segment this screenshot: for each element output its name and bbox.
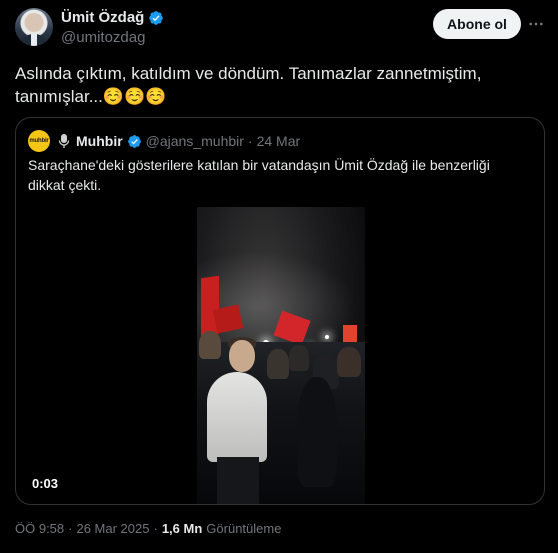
man-legs: [217, 457, 259, 504]
man-white-jacket: [207, 372, 267, 462]
quoted-tweet-header: muhbir Muhbir @ajans_muhbir · 24 Mar: [28, 130, 300, 152]
quoted-date[interactable]: 24 Mar: [257, 133, 301, 149]
crowd-person: [297, 377, 337, 487]
author-display-name[interactable]: Ümit Özdağ: [61, 9, 144, 26]
follow-button[interactable]: Abone ol: [433, 9, 521, 39]
video-timer: 0:03: [32, 476, 59, 491]
microphone-icon: [58, 134, 70, 148]
quoted-tweet-text: Saraçhane'deki gösterilere katılan bir v…: [28, 157, 490, 193]
avatar-shirt: [31, 34, 37, 46]
tweet: Ümit Özdağ @umitozdag Abone ol Aslında ç…: [0, 0, 558, 553]
video-player[interactable]: [197, 207, 365, 504]
quoted-author-handle[interactable]: @ajans_muhbir: [146, 133, 244, 149]
quoted-author-avatar[interactable]: muhbir: [28, 130, 50, 152]
verified-badge-icon: [127, 134, 141, 148]
crowd-person: [199, 331, 221, 359]
crowd-person: [267, 349, 289, 379]
tweet-text: Aslında çıktım, katıldım ve döndüm. Tanı…: [15, 64, 482, 106]
quoted-separator: ·: [247, 133, 253, 149]
more-horizontal-icon: [529, 22, 543, 26]
meta-separator: ·: [68, 521, 73, 536]
crowd-person: [337, 347, 361, 377]
crowd-person: [289, 345, 309, 371]
views-count: 1,6 Mn: [161, 521, 203, 536]
meta-separator: ·: [153, 521, 158, 536]
flare-light: [325, 335, 329, 339]
quoted-tweet[interactable]: muhbir Muhbir @ajans_muhbir · 24 Mar Sar…: [15, 117, 545, 505]
verified-badge-icon: [149, 10, 164, 25]
tweet-date[interactable]: 26 Mar 2025: [76, 521, 149, 536]
quoted-author-name[interactable]: Muhbir: [76, 133, 123, 149]
author-handle[interactable]: @umitozdag: [61, 29, 145, 46]
more-options-button[interactable]: [526, 14, 546, 34]
author-avatar[interactable]: [15, 8, 53, 46]
tweet-time[interactable]: ÖÖ 9:58: [15, 521, 64, 536]
author-name-row: Ümit Özdağ: [61, 9, 164, 26]
man-head: [229, 340, 255, 372]
tweet-meta: ÖÖ 9:58 · 26 Mar 2025 · 1,6 Mn Görüntüle…: [15, 521, 281, 536]
views-label: Görüntüleme: [206, 521, 282, 536]
quoted-avatar-logo-text: muhbir: [29, 138, 49, 144]
